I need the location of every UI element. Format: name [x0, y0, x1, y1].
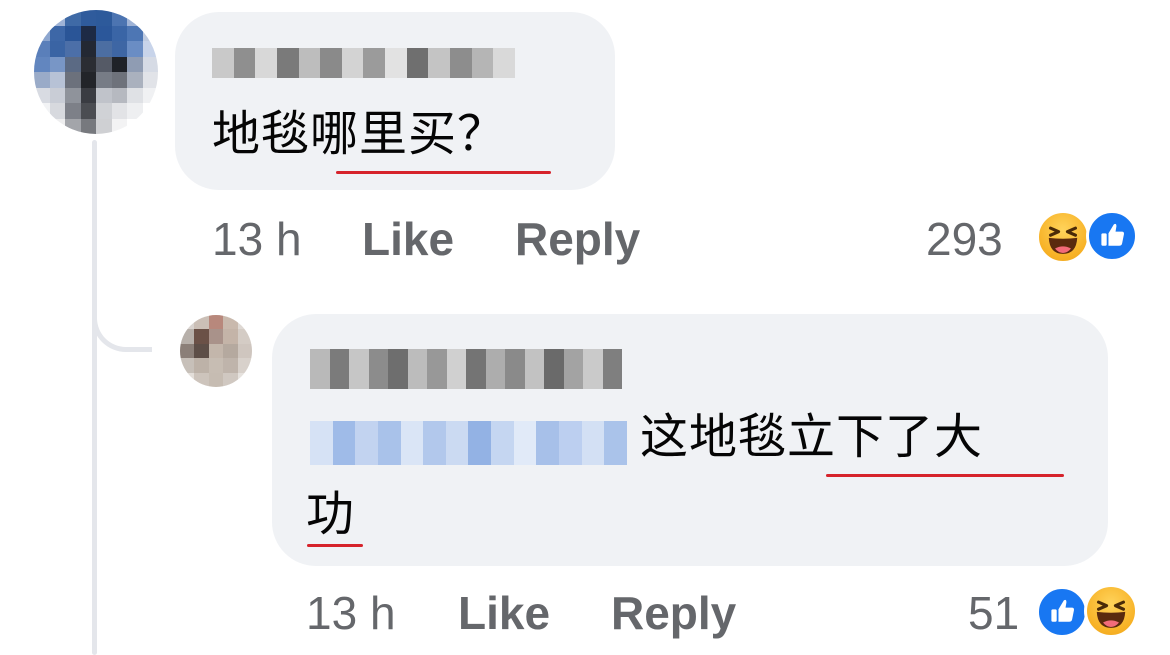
mention-tag-redacted[interactable]	[310, 421, 627, 465]
comment-text: 这地毯立下了大	[640, 409, 984, 465]
text-underline	[336, 171, 551, 174]
comment-timestamp[interactable]: 13 h	[306, 590, 396, 636]
like-button[interactable]: Like	[458, 590, 550, 636]
like-icon[interactable]	[1086, 210, 1138, 262]
comment-timestamp[interactable]: 13 h	[212, 216, 302, 262]
reply-button[interactable]: Reply	[611, 590, 736, 636]
reply-button[interactable]: Reply	[515, 216, 640, 262]
commenter-name-redacted[interactable]	[310, 349, 622, 389]
comment-bubble	[175, 12, 615, 190]
comment-text-continued: 功	[306, 486, 356, 542]
text-underline	[826, 474, 1064, 477]
comment-text: 地毯哪里买？	[212, 106, 507, 162]
text-underline	[307, 544, 363, 547]
thread-line	[92, 140, 97, 655]
commenter-name-redacted[interactable]	[212, 48, 515, 78]
haha-icon[interactable]	[1036, 210, 1090, 264]
like-button[interactable]: Like	[362, 216, 454, 262]
reply-connector	[92, 290, 152, 352]
avatar[interactable]	[180, 315, 252, 387]
haha-icon[interactable]	[1084, 584, 1138, 638]
avatar[interactable]	[34, 10, 158, 134]
like-icon[interactable]	[1036, 586, 1088, 638]
reaction-count[interactable]: 293	[926, 216, 1003, 262]
reaction-count[interactable]: 51	[968, 590, 1019, 636]
